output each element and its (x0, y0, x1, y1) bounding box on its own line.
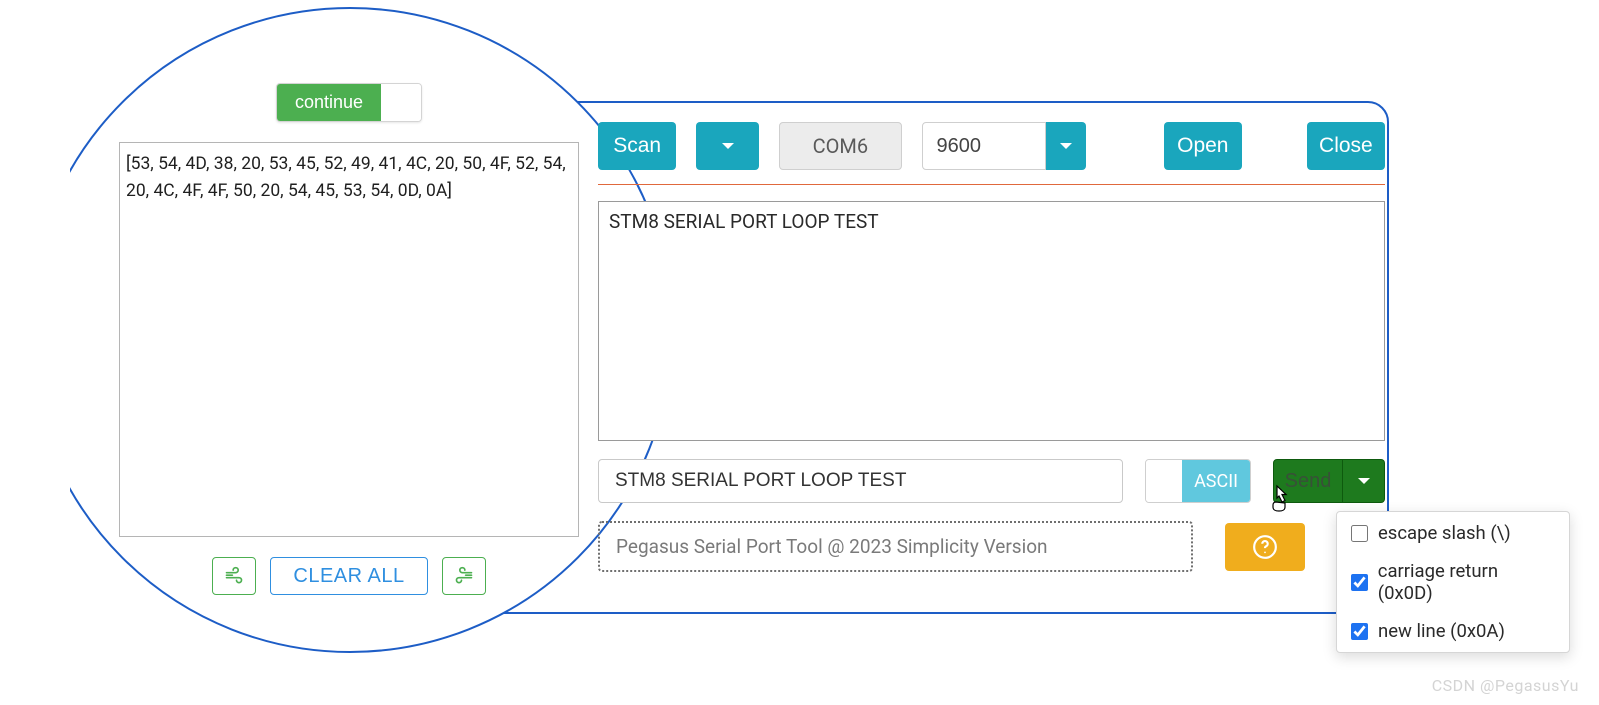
watermark: CSDN @PegasusYu (1432, 676, 1579, 695)
checkbox-new-line[interactable] (1351, 623, 1368, 640)
baud-select[interactable] (922, 122, 1086, 170)
send-row: ASCII Send (598, 459, 1385, 503)
checkbox-carriage-return[interactable] (1351, 574, 1368, 591)
serial-toolbar: Scan COM6 Open Close (598, 122, 1385, 185)
wind-left-icon-button[interactable] (212, 557, 256, 595)
format-toggle-ascii[interactable]: ASCII (1182, 460, 1250, 502)
send-split-button[interactable]: Send (1273, 459, 1385, 503)
checkbox-escape-slash[interactable] (1351, 525, 1368, 542)
help-button[interactable] (1225, 523, 1305, 571)
send-dropdown-button[interactable] (1343, 459, 1385, 503)
footer-row: Pegasus Serial Port Tool @ 2023 Simplici… (598, 521, 1385, 572)
baud-dropdown-button[interactable] (1046, 122, 1086, 170)
left-bottom-row: CLEAR ALL (119, 557, 579, 595)
popup-new-line[interactable]: new line (0x0A) (1337, 612, 1569, 650)
open-button[interactable]: Open (1164, 122, 1242, 170)
wind-icon (453, 566, 475, 586)
receive-output: STM8 SERIAL PORT LOOP TEST (598, 201, 1385, 441)
banner-text: Pegasus Serial Port Tool @ 2023 Simplici… (598, 521, 1193, 572)
popup-label: escape slash (\) (1378, 522, 1511, 544)
continue-toggle-row: continue (119, 83, 579, 122)
continue-toggle-empty[interactable] (381, 84, 421, 121)
format-toggle-left[interactable] (1146, 460, 1182, 502)
port-display: COM6 (779, 122, 901, 170)
wind-right-icon-button[interactable] (442, 557, 486, 595)
chevron-down-icon (1060, 143, 1072, 149)
baud-input[interactable] (922, 122, 1046, 170)
chevron-down-icon (1358, 478, 1370, 484)
popup-escape-slash[interactable]: escape slash (\) (1337, 514, 1569, 552)
close-button[interactable]: Close (1307, 122, 1385, 170)
popup-label: carriage return (0x0D) (1378, 560, 1555, 604)
right-panel: Scan COM6 Open Close STM8 SERIAL PORT LO… (598, 122, 1385, 572)
scan-button[interactable]: Scan (598, 122, 676, 170)
left-panel: continue [53, 54, 4D, 38, 20, 53, 45, 52… (119, 83, 579, 595)
clear-all-button[interactable]: CLEAR ALL (270, 557, 427, 595)
hex-output-box: [53, 54, 4D, 38, 20, 53, 45, 52, 49, 41,… (119, 142, 579, 537)
continue-button[interactable]: continue (277, 84, 381, 121)
popup-label: new line (0x0A) (1378, 620, 1505, 642)
format-toggle[interactable]: ASCII (1145, 459, 1251, 503)
help-icon (1252, 534, 1278, 560)
wind-icon (223, 566, 245, 586)
send-options-popup: escape slash (\) carriage return (0x0D) … (1336, 511, 1570, 653)
chevron-down-icon (722, 143, 734, 149)
scan-dropdown-button[interactable] (696, 122, 759, 170)
send-input[interactable] (598, 459, 1123, 503)
continue-toggle[interactable]: continue (276, 83, 422, 122)
send-button[interactable]: Send (1273, 459, 1343, 503)
popup-carriage-return[interactable]: carriage return (0x0D) (1337, 552, 1569, 612)
